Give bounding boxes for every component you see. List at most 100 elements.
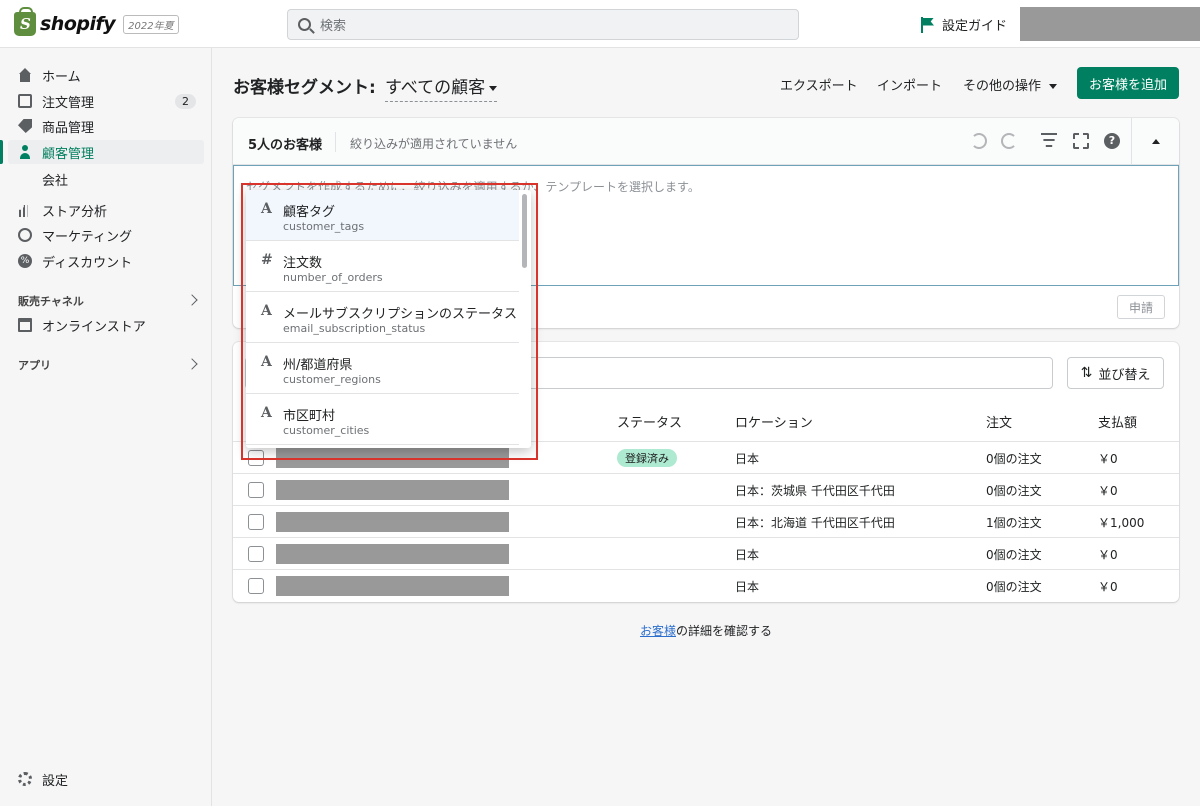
- sidebar-item-label: ディスカウント: [42, 255, 133, 271]
- table-row[interactable]: 日本 0個の注文 ￥0: [233, 569, 1179, 601]
- caret-down-icon: [489, 85, 498, 91]
- orders-count-badge: 2: [175, 93, 196, 109]
- column-header-spent[interactable]: 支払額: [1098, 412, 1137, 431]
- learn-more-footer: お客様の詳細を確認する: [0, 622, 1200, 639]
- spent-cell: ￥1,000: [1098, 516, 1145, 530]
- store-menu-redacted[interactable]: [1020, 7, 1200, 41]
- gear-icon: [18, 772, 32, 786]
- undo-icon[interactable]: [971, 133, 987, 149]
- sidebar-item-label: ホーム: [42, 69, 81, 85]
- location-cell: 日本: [735, 548, 760, 562]
- shopify-bag-icon: S: [14, 7, 36, 36]
- divider: [1131, 118, 1132, 165]
- bar-chart-icon: [18, 203, 32, 217]
- tag-icon: [18, 119, 32, 133]
- sidebar-item-discounts[interactable]: % ディスカウント: [8, 249, 204, 273]
- learn-more-text: の詳細を確認する: [676, 624, 773, 638]
- sidebar-item-orders[interactable]: 注文管理 2: [8, 89, 204, 113]
- location-cell: 日本: [735, 580, 760, 594]
- customer-name-redacted: [276, 544, 509, 564]
- person-icon: [18, 145, 32, 159]
- table-row[interactable]: 日本 0個の注文 ￥0: [233, 537, 1179, 569]
- export-button[interactable]: エクスポート: [780, 75, 858, 94]
- segment-select[interactable]: すべての顧客: [385, 73, 498, 102]
- spent-cell: ￥0: [1098, 548, 1118, 562]
- filter-header: 5人のお客様 絞り込みが適用されていません ?: [233, 118, 1179, 165]
- sidebar-item-label: オンラインストア: [42, 319, 146, 335]
- sidebar-item-label: 顧客管理: [42, 146, 95, 162]
- segment-select-value: すべての顧客: [385, 78, 486, 98]
- apps-label: アプリ: [18, 359, 51, 372]
- apps-section[interactable]: アプリ: [18, 357, 198, 373]
- filter-icon[interactable]: [1041, 133, 1057, 149]
- setup-guide-label: 設定ガイド: [942, 19, 1008, 34]
- location-cell: 日本：北海道 千代田区千代田: [735, 516, 895, 530]
- orders-cell: 1個の注文: [986, 516, 1042, 530]
- sort-button[interactable]: ⇅ 並び替え: [1067, 357, 1164, 389]
- sidebar-item-label: 設定: [42, 773, 69, 789]
- sort-icon: ⇅: [1080, 365, 1093, 381]
- sidebar-item-label: ストア分析: [42, 204, 108, 220]
- redo-icon[interactable]: [1001, 133, 1017, 149]
- apply-button[interactable]: 申請: [1117, 295, 1165, 319]
- column-header-location[interactable]: ロケーション: [735, 412, 813, 431]
- inbox-icon: [18, 94, 32, 108]
- flag-icon: [920, 16, 934, 33]
- sidebar-item-label: 商品管理: [42, 120, 95, 136]
- customer-name-redacted: [276, 576, 509, 596]
- collapse-icon[interactable]: [1152, 139, 1160, 144]
- orders-cell: 0個の注文: [986, 452, 1042, 466]
- orders-cell: 0個の注文: [986, 548, 1042, 562]
- setup-guide-button[interactable]: 設定ガイド: [920, 15, 1007, 34]
- search-placeholder: 検索: [320, 19, 347, 34]
- filter-status-note: 絞り込みが適用されていません: [350, 137, 518, 151]
- status-badge: 登録済み: [617, 449, 677, 467]
- search-input[interactable]: 検索: [287, 9, 799, 40]
- store-icon: [18, 318, 32, 332]
- edition-badge: 2022年夏: [123, 14, 179, 34]
- chevron-right-icon: [186, 358, 198, 370]
- sidebar-subitem-companies[interactable]: 会社: [42, 170, 68, 189]
- more-actions-button[interactable]: その他の操作: [963, 75, 1058, 94]
- shopify-logo[interactable]: S shopify 2022年夏: [14, 7, 179, 36]
- customer-count: 5人のお客様: [248, 138, 323, 153]
- row-checkbox[interactable]: [248, 482, 264, 498]
- template-icon[interactable]: [1073, 133, 1089, 149]
- sidebar-item-marketing[interactable]: マーケティング: [8, 223, 204, 247]
- row-checkbox[interactable]: [248, 514, 264, 530]
- search-icon: [298, 18, 311, 31]
- spent-cell: ￥0: [1098, 452, 1118, 466]
- orders-cell: 0個の注文: [986, 580, 1042, 594]
- caret-down-icon: [1049, 84, 1058, 89]
- add-customer-button[interactable]: お客様を追加: [1077, 67, 1179, 99]
- sidebar-item-settings[interactable]: 設定: [8, 767, 204, 791]
- sales-channels-label: 販売チャネル: [18, 295, 84, 308]
- sidebar: ホーム 注文管理 2 商品管理 顧客管理 会社 ストア分析 マーケティング % …: [0, 48, 212, 806]
- column-header-status[interactable]: ステータス: [617, 412, 682, 431]
- customer-name-redacted: [276, 480, 509, 500]
- sidebar-item-products[interactable]: 商品管理: [8, 114, 204, 138]
- spent-cell: ￥0: [1098, 484, 1118, 498]
- target-icon: [18, 228, 32, 242]
- table-row[interactable]: 日本：北海道 千代田区千代田 1個の注文 ￥1,000: [233, 505, 1179, 537]
- sidebar-item-home[interactable]: ホーム: [8, 63, 204, 87]
- help-icon[interactable]: ?: [1104, 133, 1120, 149]
- home-icon: [18, 68, 32, 82]
- import-button[interactable]: インポート: [877, 75, 942, 94]
- learn-more-link[interactable]: お客様: [640, 624, 676, 638]
- column-header-orders[interactable]: 注文: [986, 412, 1012, 431]
- page-title: お客様セグメント:: [233, 78, 376, 98]
- sidebar-item-label: 注文管理: [42, 95, 95, 111]
- sales-channels-section[interactable]: 販売チャネル: [18, 293, 198, 309]
- sidebar-item-analytics[interactable]: ストア分析: [8, 198, 204, 222]
- chevron-right-icon: [186, 294, 198, 306]
- orders-cell: 0個の注文: [986, 484, 1042, 498]
- location-cell: 日本: [735, 452, 760, 466]
- customer-name-redacted: [276, 512, 509, 532]
- sidebar-item-online-store[interactable]: オンラインストア: [8, 313, 204, 337]
- top-bar: S shopify 2022年夏 検索 設定ガイド: [0, 0, 1200, 48]
- row-checkbox[interactable]: [248, 546, 264, 562]
- sidebar-item-customers[interactable]: 顧客管理: [0, 140, 204, 164]
- table-row[interactable]: 日本：茨城県 千代田区千代田 0個の注文 ￥0: [233, 473, 1179, 505]
- row-checkbox[interactable]: [248, 578, 264, 594]
